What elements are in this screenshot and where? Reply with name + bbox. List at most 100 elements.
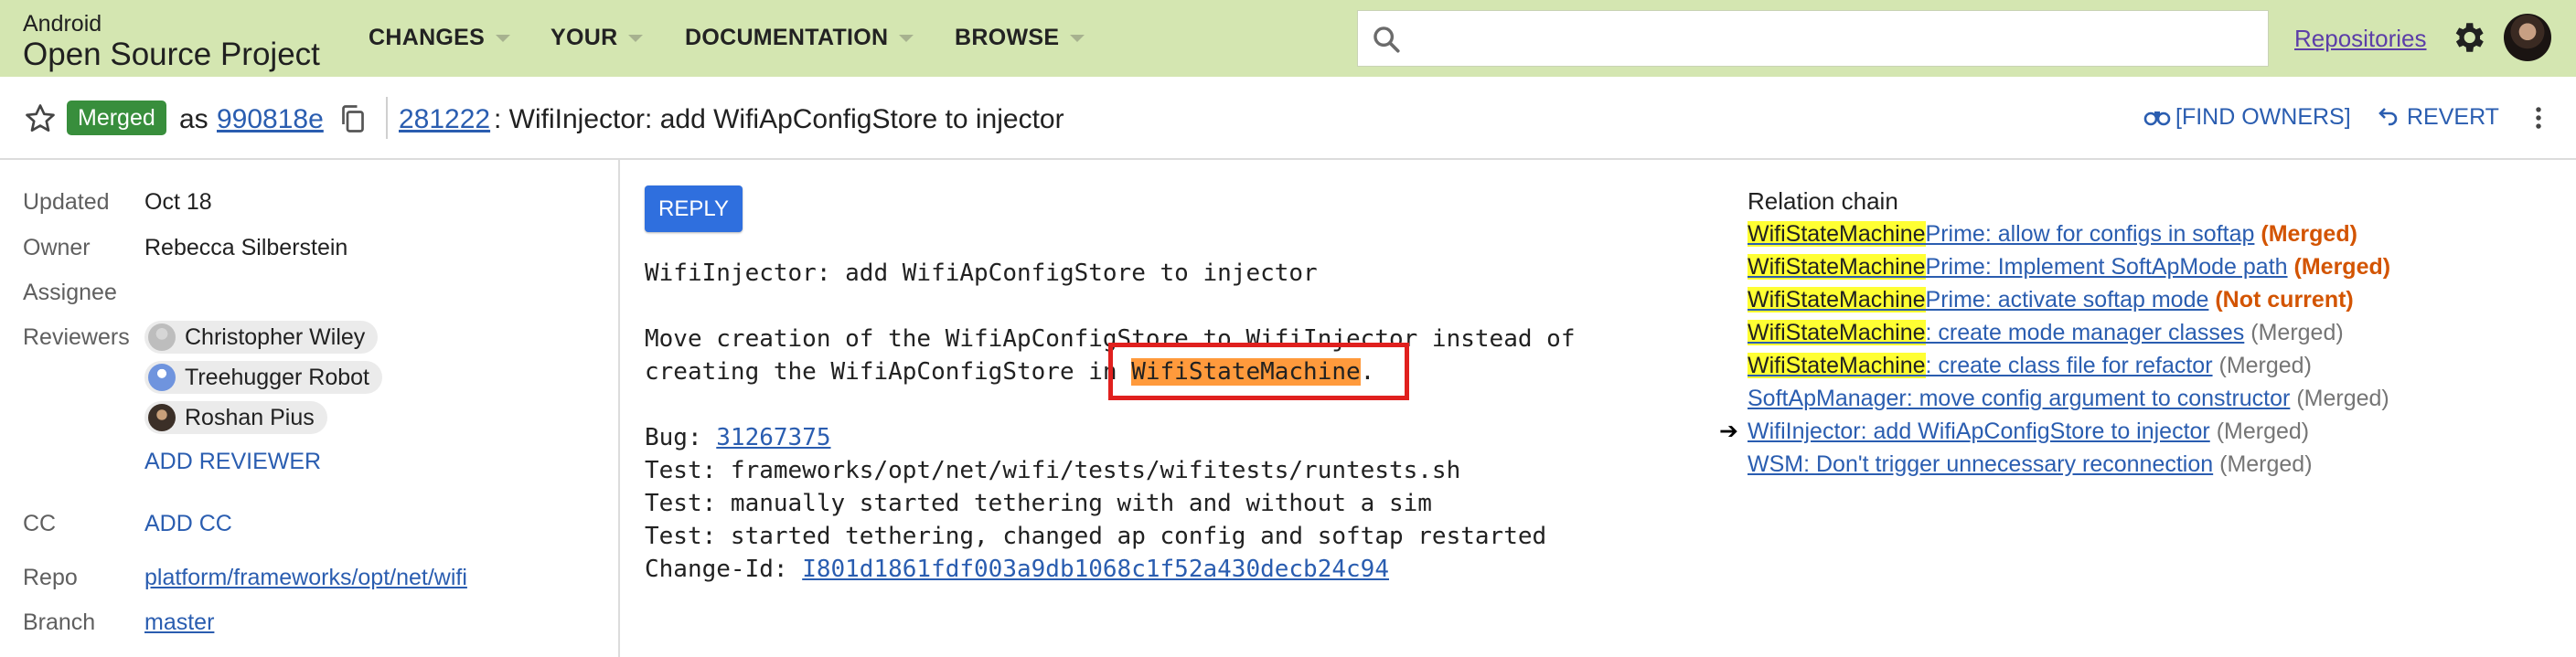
relation-link[interactable]: WifiStateMachinePrime: Implement SoftApM… <box>1748 254 2288 280</box>
highlighted-term: WifiStateMachine <box>1748 254 1926 280</box>
reviewer-chip[interactable]: Christopher Wiley <box>144 321 379 354</box>
reviewer-name: Treehugger Robot <box>185 365 369 390</box>
more-vert-icon[interactable] <box>2529 102 2548 133</box>
avatar[interactable] <box>2504 14 2551 61</box>
highlighted-term: WifiStateMachine <box>1748 221 1926 247</box>
avatar <box>148 404 176 431</box>
relation-text: Prime: Implement SoftApMode path <box>1925 254 2288 280</box>
relation-status: (Merged) <box>2219 451 2313 477</box>
assignee-label: Assignee <box>23 280 117 305</box>
relation-status: (Merged) <box>2218 353 2312 378</box>
highlighted-term: WifiStateMachine <box>1748 287 1926 313</box>
owner-label: Owner <box>23 235 91 260</box>
gear-icon[interactable] <box>2449 18 2487 57</box>
nav-changes[interactable]: CHANGES <box>369 24 511 51</box>
reviewers-label: Reviewers <box>23 324 130 350</box>
logo-android[interactable]: Android <box>23 11 102 37</box>
repo-link[interactable]: platform/frameworks/opt/net/wifi <box>144 564 467 591</box>
relation-item[interactable]: WifiStateMachine: create class file for … <box>1748 352 2312 379</box>
nav-your-label: YOUR <box>550 25 618 50</box>
search-icon <box>1374 26 1400 53</box>
chevron-down-icon <box>496 35 511 43</box>
search-input[interactable] <box>1357 10 2269 67</box>
undo-icon <box>2378 108 2398 126</box>
relation-link[interactable]: WifiStateMachinePrime: allow for configs… <box>1748 221 2254 247</box>
relation-item-current[interactable]: WifiInjector: add WifiApConfigStore to i… <box>1748 418 2309 445</box>
copy-icon[interactable] <box>337 101 369 137</box>
avatar <box>148 364 176 391</box>
relation-status: (Merged) <box>2250 320 2344 345</box>
relation-item[interactable]: WSM: Don't trigger unnecessary reconnect… <box>1748 450 2313 478</box>
nav-your[interactable]: YOUR <box>550 24 644 51</box>
change-id-link[interactable]: I801d1861fdf003a9db1068c1f52a430decb24c9… <box>802 556 1389 583</box>
relation-status: (Not current) <box>2215 287 2354 313</box>
branch-label: Branch <box>23 609 96 635</box>
relation-status: (Merged) <box>2293 254 2391 280</box>
relation-text: Prime: allow for configs in softap <box>1925 221 2255 247</box>
avatar <box>148 323 176 351</box>
relation-status: (Merged) <box>2216 419 2310 444</box>
chevron-down-icon <box>1070 35 1085 43</box>
divider <box>386 97 388 139</box>
relation-link[interactable]: SoftApManager: move config argument to c… <box>1748 386 2290 411</box>
metadata-panel: Updated Oct 18 Owner Rebecca Silberstein… <box>0 160 620 657</box>
highlighted-term: WifiStateMachine <box>1748 320 1926 345</box>
relation-link[interactable]: WifiInjector: add WifiApConfigStore to i… <box>1748 419 2210 444</box>
branch-link[interactable]: master <box>144 609 214 636</box>
reviewer-chip[interactable]: Roshan Pius <box>144 401 327 434</box>
updated-label: Updated <box>23 189 110 215</box>
change-id-label: Change-Id: <box>645 556 803 583</box>
nav-browse[interactable]: BROWSE <box>955 24 1085 51</box>
relation-item[interactable]: WifiStateMachinePrime: allow for configs… <box>1748 220 2357 248</box>
find-owners-button[interactable]: [FIND OWNERS] <box>2143 103 2351 131</box>
relation-link[interactable]: WifiStateMachine: create mode manager cl… <box>1748 320 2244 345</box>
relation-text: Prime: activate softap mode <box>1925 287 2209 313</box>
relation-status: (Merged) <box>2296 386 2389 411</box>
nav-changes-label: CHANGES <box>369 25 486 50</box>
relation-item[interactable]: SoftApManager: move config argument to c… <box>1748 385 2389 412</box>
nav-browse-label: BROWSE <box>955 25 1060 50</box>
bug-line: Bug: 31267375 <box>645 424 831 451</box>
relation-text: : create class file for refactor <box>1925 353 2213 378</box>
change-id-line: Change-Id: I801d1861fdf003a9db1068c1f52a… <box>645 556 1389 583</box>
test-line: Test: frameworks/opt/net/wifi/tests/wifi… <box>645 457 1461 484</box>
reviewer-name: Christopher Wiley <box>185 324 366 350</box>
repositories-link[interactable]: Repositories <box>2294 25 2427 52</box>
relation-item[interactable]: WifiStateMachinePrime: activate softap m… <box>1748 286 2354 313</box>
highlight-box <box>1108 343 1409 400</box>
logo-aosp[interactable]: Open Source Project <box>23 37 320 73</box>
nav-documentation-label: DOCUMENTATION <box>685 25 889 50</box>
relation-link[interactable]: WifiStateMachinePrime: activate softap m… <box>1748 287 2208 313</box>
chevron-down-icon <box>899 35 914 43</box>
reply-button[interactable]: REPLY <box>645 185 743 232</box>
status-badge: Merged <box>67 101 166 135</box>
commit-text: creating the WifiApConfigStore in <box>645 358 1132 386</box>
highlighted-term: WifiStateMachine <box>1748 353 1926 378</box>
revert-button[interactable]: REVERT <box>2376 103 2499 131</box>
commit-message-subject: WifiInjector: add WifiApConfigStore to i… <box>645 260 1318 287</box>
top-bar: Android Open Source Project CHANGES YOUR… <box>0 0 2576 77</box>
relation-text: : create mode manager classes <box>1925 320 2245 345</box>
relation-item[interactable]: WifiStateMachine: create mode manager cl… <box>1748 319 2344 346</box>
relation-link[interactable]: WSM: Don't trigger unnecessary reconnect… <box>1748 451 2213 477</box>
relation-status: (Merged) <box>2261 221 2357 247</box>
current-change-marker: ➔ <box>1719 419 1738 444</box>
bug-link[interactable]: 31267375 <box>716 424 830 451</box>
relation-link[interactable]: WifiStateMachine: create class file for … <box>1748 353 2213 378</box>
add-reviewer-button[interactable]: ADD REVIEWER <box>144 448 321 475</box>
nav-documentation[interactable]: DOCUMENTATION <box>685 24 914 51</box>
test-line: Test: started tethering, changed ap conf… <box>645 523 1547 550</box>
reviewer-chip[interactable]: Treehugger Robot <box>144 361 382 394</box>
change-number-link[interactable]: 281222 <box>399 104 490 135</box>
change-header: Merged as 990818e 281222 : WifiInjector:… <box>0 77 2576 160</box>
relation-item[interactable]: WifiStateMachinePrime: Implement SoftApM… <box>1748 253 2390 281</box>
page-title: : WifiInjector: add WifiApConfigStore to… <box>494 104 1064 134</box>
commit-link[interactable]: 990818e <box>217 104 324 135</box>
owner-value[interactable]: Rebecca Silberstein <box>144 234 347 261</box>
chevron-down-icon <box>628 35 644 43</box>
updated-value: Oct 18 <box>144 189 212 215</box>
star-icon[interactable] <box>22 101 59 137</box>
bug-label: Bug: <box>645 424 717 451</box>
as-label: as <box>179 104 208 134</box>
add-cc-button[interactable]: ADD CC <box>144 510 232 537</box>
